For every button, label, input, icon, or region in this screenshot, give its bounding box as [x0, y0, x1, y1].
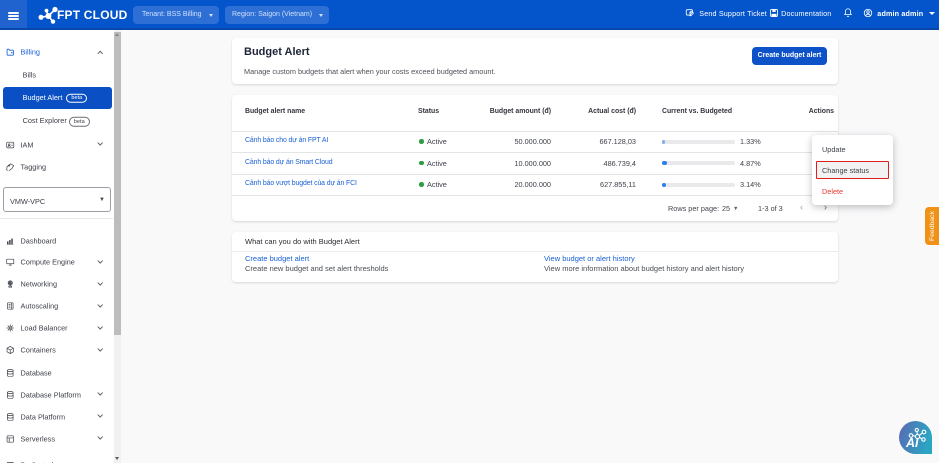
- svg-text:AI: AI: [905, 436, 919, 450]
